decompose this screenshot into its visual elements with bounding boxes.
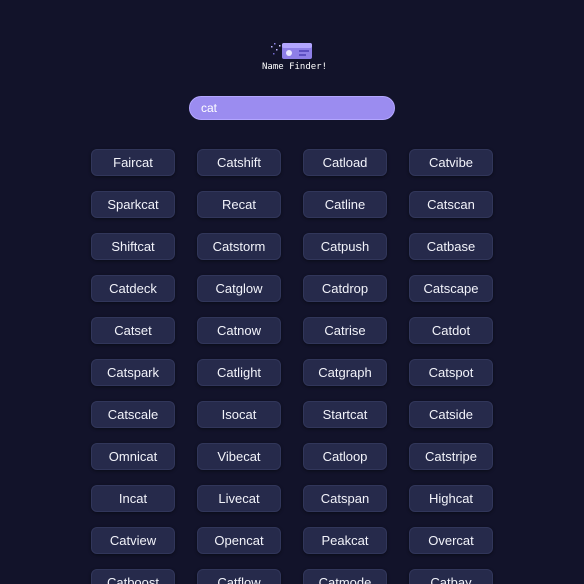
name-suggestion-button[interactable]: Catstorm [197, 233, 281, 260]
name-suggestion-button[interactable]: Incat [91, 485, 175, 512]
name-suggestion-button[interactable]: Catdot [409, 317, 493, 344]
name-suggestion-button[interactable]: Catpush [303, 233, 387, 260]
name-suggestion-button[interactable]: Catscape [409, 275, 493, 302]
name-suggestion-button[interactable]: Vibecat [197, 443, 281, 470]
name-suggestion-button[interactable]: Opencat [197, 527, 281, 554]
name-suggestion-button[interactable]: Omnicat [91, 443, 175, 470]
name-suggestion-button[interactable]: Catvibe [409, 149, 493, 176]
name-suggestion-button[interactable]: Catglow [197, 275, 281, 302]
name-suggestion-button[interactable]: Catloop [303, 443, 387, 470]
catcard-logo-icon [271, 43, 312, 59]
name-suggestion-button[interactable]: Catstripe [409, 443, 493, 470]
name-suggestion-button[interactable]: Highcat [409, 485, 493, 512]
name-suggestion-button[interactable]: Catset [91, 317, 175, 344]
name-suggestion-button[interactable]: Catspot [409, 359, 493, 386]
name-suggestion-button[interactable]: Startcat [303, 401, 387, 428]
name-suggestion-button[interactable]: Catload [303, 149, 387, 176]
name-suggestion-button[interactable]: Isocat [197, 401, 281, 428]
name-suggestion-button[interactable]: Catgraph [303, 359, 387, 386]
app-logo: Name Finder! [262, 40, 328, 80]
name-suggestion-button[interactable]: Catnow [197, 317, 281, 344]
name-suggestion-button[interactable]: Recat [197, 191, 281, 218]
name-results-grid: Faircat Catshift Catload Catvibe Sparkcat Rec… [91, 149, 493, 584]
name-suggestion-button[interactable]: Catspan [303, 485, 387, 512]
name-finder-page: Name Finder! Faircat Catshift Catload Catvi… [0, 0, 584, 584]
name-suggestion-button[interactable]: Overcat [409, 527, 493, 554]
name-suggestion-button[interactable]: Catrise [303, 317, 387, 344]
name-suggestion-button[interactable]: Catscan [409, 191, 493, 218]
name-suggestion-button[interactable]: Livecat [197, 485, 281, 512]
name-suggestion-button[interactable]: Catmode [303, 569, 387, 584]
name-suggestion-button[interactable]: Shiftcat [91, 233, 175, 260]
name-suggestion-button[interactable]: Catscale [91, 401, 175, 428]
name-suggestion-button[interactable]: Catdrop [303, 275, 387, 302]
name-suggestion-button[interactable]: Faircat [91, 149, 175, 176]
name-suggestion-button[interactable]: Catbase [409, 233, 493, 260]
name-suggestion-button[interactable]: Catview [91, 527, 175, 554]
app-title: Name Finder! [262, 62, 328, 72]
name-suggestion-button[interactable]: Peakcat [303, 527, 387, 554]
name-suggestion-button[interactable]: Catside [409, 401, 493, 428]
name-search-input[interactable] [189, 96, 395, 120]
name-suggestion-button[interactable]: Catlight [197, 359, 281, 386]
name-suggestion-button[interactable]: Catdeck [91, 275, 175, 302]
name-suggestion-button[interactable]: Catshift [197, 149, 281, 176]
name-suggestion-button[interactable]: Catflow [197, 569, 281, 584]
name-suggestion-button[interactable]: Catline [303, 191, 387, 218]
name-suggestion-button[interactable]: Catboost [91, 569, 175, 584]
name-suggestion-button[interactable]: Catbay [409, 569, 493, 584]
name-suggestion-button[interactable]: Sparkcat [91, 191, 175, 218]
name-suggestion-button[interactable]: Catspark [91, 359, 175, 386]
